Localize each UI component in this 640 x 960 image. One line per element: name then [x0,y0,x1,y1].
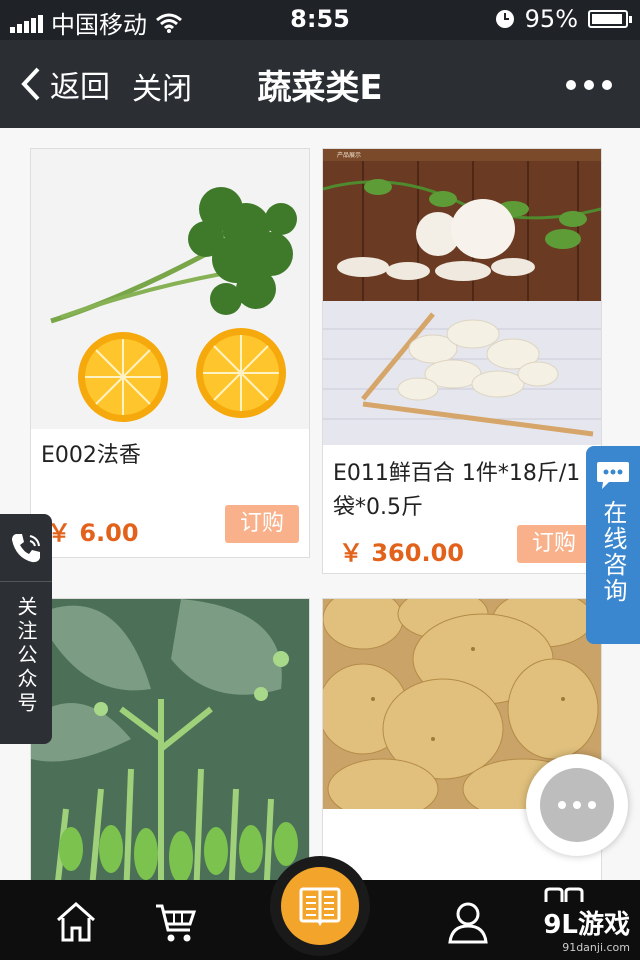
tab-profile[interactable] [438,894,498,950]
status-bar: 中国移动 8:55 95% [0,0,640,40]
more-menu-button[interactable] [566,80,612,90]
battery-percent: 95% [524,5,578,33]
chat-bubble-icon [586,460,640,492]
battery-icon [588,10,632,28]
watermark: 9L游戏 91danji.com [543,904,630,954]
catalog-button[interactable] [270,856,370,956]
banner-label: 产品展示 [337,152,362,159]
menu-icon [544,887,584,902]
user-icon [448,902,488,944]
tab-cart[interactable] [146,894,206,950]
product-price: ￥ 360.00 [339,539,464,567]
floating-more-button[interactable] [526,754,628,856]
phone-icon[interactable] [0,514,52,582]
tab-home[interactable] [46,894,106,950]
order-button[interactable]: 订购 [225,505,299,543]
page-title: 蔬菜类E [257,68,383,108]
watermark-url: 91danji.com [562,941,630,954]
book-icon [299,887,341,926]
product-name[interactable]: E002法香 [41,439,301,473]
product-card[interactable]: 产品展示 E011鲜百合 1件*18斤/1袋*0.5斤 ￥ 360.00 订购 [322,148,602,574]
product-name[interactable]: E011鲜百合 1件*18斤/1袋*0.5斤 [333,457,595,525]
cart-icon [156,904,197,942]
follow-account-button[interactable]: 关注公众号 [0,514,52,744]
clock-icon [495,10,514,28]
consult-label: 在线咨询 [599,500,627,604]
watermark-logo: 9L游戏 [543,910,630,940]
product-price: ￥ 6.00 [47,519,139,547]
product-image[interactable] [31,149,309,429]
more-dots-icon [540,768,614,842]
follow-label: 关注公众号 [14,596,38,716]
product-image[interactable] [31,599,309,880]
product-image[interactable] [323,149,601,445]
product-card[interactable]: E002法香 ￥ 6.00 订购 [30,148,310,558]
online-consult-button[interactable]: 在线咨询 [586,446,640,644]
nav-bar: 返回 关闭 蔬菜类E [0,40,640,128]
product-card[interactable] [30,598,310,880]
home-icon [57,901,95,942]
order-button[interactable]: 订购 [517,525,591,563]
